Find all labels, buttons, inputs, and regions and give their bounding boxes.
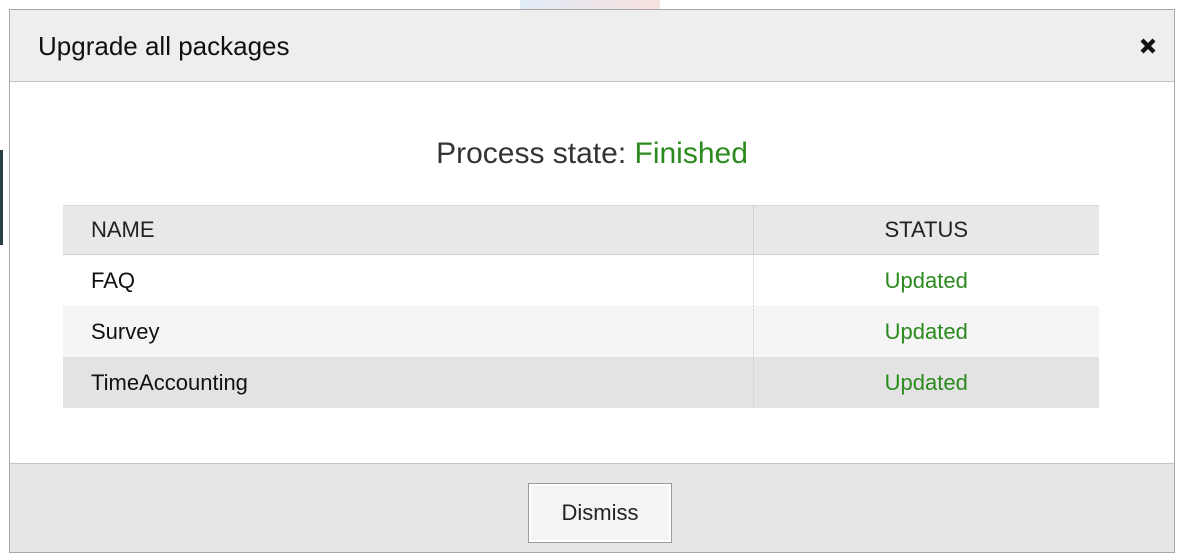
close-icon[interactable]: [1136, 34, 1160, 58]
process-state-label: Process state:: [436, 137, 627, 170]
upgrade-dialog: Upgrade all packages Process state: Fini…: [9, 9, 1175, 553]
package-status: Updated: [752, 306, 1099, 357]
packages-table: NAME STATUS FAQ Updated Survey Updated T…: [63, 205, 1099, 408]
process-state: Process state: Finished: [10, 136, 1174, 172]
column-header-name[interactable]: NAME: [63, 205, 753, 255]
column-header-status[interactable]: STATUS: [752, 205, 1099, 255]
package-name: Survey: [63, 306, 753, 357]
package-status: Updated: [752, 254, 1099, 306]
package-name: TimeAccounting: [63, 357, 753, 408]
package-name: FAQ: [63, 254, 753, 306]
package-status: Updated: [752, 357, 1099, 408]
table-row: TimeAccounting Updated: [63, 357, 1099, 408]
process-state-value: Finished: [634, 137, 748, 170]
dialog-header: Upgrade all packages: [10, 10, 1174, 82]
table-row: FAQ Updated: [63, 254, 1099, 306]
table-header-row: NAME STATUS: [63, 205, 1099, 255]
dialog-footer: Dismiss: [10, 463, 1174, 552]
table-row: Survey Updated: [63, 306, 1099, 357]
dismiss-button[interactable]: Dismiss: [528, 483, 672, 543]
dialog-title: Upgrade all packages: [38, 31, 290, 61]
background-edge: [0, 150, 3, 245]
dialog-content: Process state: Finished NAME STATUS FAQ …: [10, 82, 1174, 464]
